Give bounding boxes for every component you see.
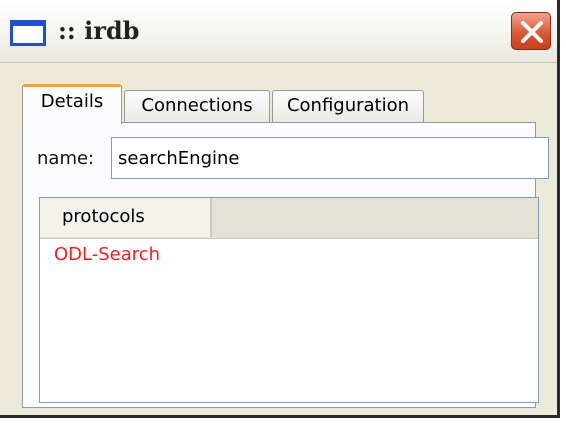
name-label: name:: [37, 148, 95, 169]
title-bar[interactable]: :: irdb: [0, 0, 557, 63]
window-icon: [10, 20, 46, 46]
column-header-protocols[interactable]: protocols: [40, 198, 212, 237]
window-title: :: irdb: [58, 16, 140, 45]
name-field[interactable]: [111, 137, 549, 179]
close-button[interactable]: [511, 12, 551, 50]
protocols-list[interactable]: protocols ODL-Search: [39, 197, 539, 403]
tab-connections[interactable]: Connections: [124, 90, 270, 122]
close-icon: [521, 21, 543, 43]
details-panel: name: protocols ODL-Search: [22, 122, 549, 408]
list-header: protocols: [40, 198, 538, 239]
tab-configuration[interactable]: Configuration: [272, 90, 424, 122]
irdb-window: :: irdb Details Connections Configuratio…: [0, 0, 560, 418]
tab-details[interactable]: Details: [22, 84, 122, 124]
list-item[interactable]: ODL-Search: [54, 244, 160, 265]
